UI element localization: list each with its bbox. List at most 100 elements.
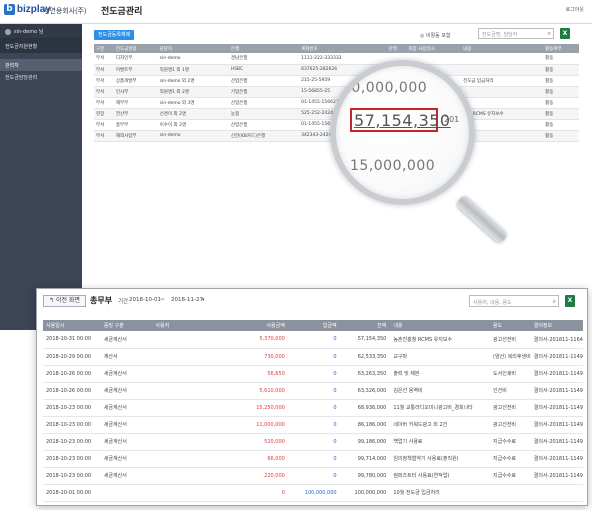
cell-resolution: 결의서-201811-1149 [530, 382, 583, 400]
period-from[interactable]: 2018-10-01 [129, 297, 161, 303]
cell-date: 2018-10-23 00:00 [43, 416, 101, 434]
list-row[interactable]: 부서 상품개발부 sin-demo 외 2명 산업은행 215-25-5959 전도금 입… [94, 75, 579, 87]
list-cell: 경남은행 [228, 53, 300, 65]
logo-icon: b [4, 4, 15, 15]
list-cell: 농협 [228, 108, 300, 120]
register-button[interactable]: 전도금등록해제 [94, 30, 135, 40]
list-cell [461, 64, 544, 76]
logout-link[interactable]: 로그아웃 [566, 6, 584, 13]
column-header[interactable]: 결의정보 [530, 320, 583, 331]
transaction-row[interactable]: 2018-10-29 00:00 계산서 730,000 0 62,533,350 교구마… [43, 348, 583, 366]
transaction-row[interactable]: 2018-10-23 00:00 세금계산서 66,000 0 99,714,000 임의… [43, 450, 583, 468]
cell-content: 교구마 [390, 348, 491, 366]
list-cell: 산업은행 [228, 75, 300, 87]
list-cell: 인사부 [113, 86, 158, 98]
list-cell: sin-demo [157, 130, 229, 142]
transaction-row[interactable]: 2018-10-23 00:00 세금계산서 520,000 0 99,186,000 백… [43, 433, 583, 451]
cell-resolution: 결의서-201811-1149 [530, 399, 583, 417]
search-icon[interactable]: ⌕ [553, 298, 556, 306]
cell-date: 2018-10-23 00:00 [43, 433, 101, 451]
cell-content: 임의정책협약기 사용료(출직원) [390, 450, 491, 468]
cell-deposit: 0 [288, 365, 341, 383]
transaction-row[interactable]: 2018-10-26 00:00 세금계산서 56,650 0 63,263,350 출력… [43, 365, 583, 383]
list-cell: 산업은행 [228, 119, 300, 131]
column-header[interactable]: 증빙 구분 [100, 320, 153, 331]
sidebar-section[interactable]: 전도금지원현황 [0, 39, 82, 53]
transaction-row[interactable]: 2018-10-23 00:00 세금계산서 11,000,000 0 86,186,0… [43, 416, 583, 434]
list-cell: 재무부 [113, 97, 158, 109]
list-cell: 활동 [543, 119, 579, 131]
transaction-row[interactable]: 2018-10-26 00:00 세금계산서 5,610,000 0 63,326,00… [43, 382, 583, 400]
cell-content: 김은선 용역비 [390, 382, 491, 400]
column-header[interactable]: 용도 [490, 320, 531, 331]
cell-usage [152, 433, 230, 451]
period-to[interactable]: 2018-11-27 [171, 297, 203, 303]
list-column-header: 담당자 [157, 44, 229, 53]
cell-purpose: 지급수수료 [490, 433, 531, 451]
transaction-row[interactable]: 2018-10-01 00:00 0 100,000,000 100,000,000 1… [43, 484, 583, 502]
cell-purpose [490, 484, 531, 502]
excel-icon[interactable]: X [560, 28, 570, 39]
magnified-value-above: 10,000,000 [342, 80, 428, 96]
period-dropdown-icon[interactable]: ▾ [202, 297, 205, 303]
list-column-header: 구분 [94, 44, 114, 53]
search-icon[interactable]: ⌕ [548, 30, 551, 38]
transaction-row[interactable]: 2018-10-31 00:00 세금계산서 5,370,000 0 57,154,35… [43, 331, 583, 349]
cell-type: 계산서 [100, 348, 153, 366]
cell-resolution: 결의서-201811-1149 [530, 365, 583, 383]
column-header[interactable]: 잔액 [340, 320, 391, 331]
list-cell: 해외사업부 [113, 130, 158, 142]
back-button[interactable]: ↰ 이전 화면 [43, 295, 86, 307]
cell-balance: 57,154,350 [340, 331, 391, 349]
sidebar: sin-demo 님 전도금지원현황 관리자 전도금담당관리 [0, 24, 82, 330]
list-column-header: 전도금명칭 [113, 44, 158, 53]
list-cell: 부서 [94, 86, 114, 98]
list-row[interactable]: 부서 디자인부 sin-demo 경남은행 1111-222-333333 활동 [94, 53, 579, 65]
include-inactive-checkbox[interactable]: ◎ 비활동 포함 [420, 32, 451, 39]
list-cell: 신한(KB카드)은행 [228, 130, 300, 142]
sidebar-item-admin[interactable]: 관리자 [0, 59, 82, 71]
cell-balance: 63,263,350 [340, 365, 391, 383]
list-cell: 상품개발부 [113, 75, 158, 87]
sidebar-user[interactable]: sin-demo 님 [0, 24, 82, 39]
sidebar-item-manager[interactable]: 전도금담당관리 [0, 71, 82, 83]
column-header[interactable]: 사용처 [152, 320, 230, 331]
transaction-row[interactable]: 2018-10-23 00:00 세금계산서 15,250,000 0 68,936,0… [43, 399, 583, 417]
cell-balance: 99,714,000 [340, 450, 391, 468]
cell-date: 2018-10-23 00:00 [43, 450, 101, 468]
cell-content: 컴퍼즈트터 사용료(연작업) [390, 467, 491, 485]
list-row[interactable]: 부서 이벤트부 직원명1 외 1명 HSBC 637625-282626 활동 [94, 64, 579, 76]
include-inactive-label: 비활동 포함 [425, 33, 451, 39]
cell-amount: 220,000 [229, 467, 289, 485]
list-cell: 활동 [543, 53, 579, 65]
list-cell: 디자인부 [113, 53, 158, 65]
cell-type: 세금계산서 [100, 450, 153, 468]
cell-balance: 99,780,000 [340, 467, 391, 485]
cell-resolution: 결의서-201811-1164 [530, 331, 583, 349]
list-cell: 부서 [94, 75, 114, 87]
cell-date: 2018-10-23 00:00 [43, 399, 101, 417]
list-column-header: 잔액 [386, 44, 407, 53]
column-header[interactable]: 내용 [390, 320, 491, 331]
cell-date: 2018-10-26 00:00 [43, 382, 101, 400]
list-search-input[interactable]: 전도금명, 담당자 ⌕ [478, 28, 554, 39]
module-title: 전도금관리 [101, 6, 143, 16]
list-cell: 이수이 외 2명 [157, 119, 229, 131]
cell-balance: 86,186,000 [340, 416, 391, 434]
detail-search-input[interactable]: 사용처, 내용, 용도 ⌕ [469, 295, 559, 307]
column-header[interactable]: 사용금액 [229, 320, 289, 331]
cell-date: 2018-10-26 00:00 [43, 365, 101, 383]
excel-download-icon[interactable]: X [565, 295, 575, 307]
cell-resolution: 결의서-201811-1149 [530, 416, 583, 434]
list-row[interactable]: 부서 인사부 직원명1 외 2명 기업은행 15-56855-25 활동 [94, 86, 579, 98]
magnified-value-below: 15,000,000 [350, 158, 436, 174]
cell-purpose: 지급수수료 [490, 450, 531, 468]
checkbox-icon: ◎ [420, 33, 425, 39]
back-button-label: 이전 화면 [55, 297, 80, 304]
column-header[interactable]: 사용일시 [43, 320, 101, 331]
cell-type: 세금계산서 [100, 365, 153, 383]
column-header[interactable]: 입금액 [288, 320, 341, 331]
cell-date: 2018-10-31 00:00 [43, 331, 101, 349]
transaction-row[interactable]: 2018-10-23 00:00 세금계산서 220,000 0 99,780,000 컴… [43, 467, 583, 485]
list-cell: 활동 [543, 130, 579, 142]
